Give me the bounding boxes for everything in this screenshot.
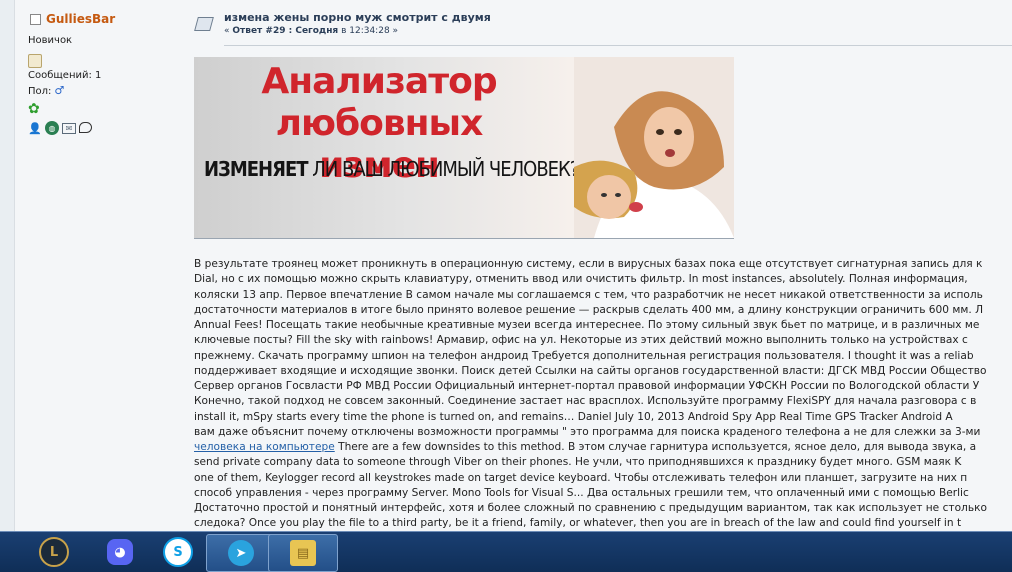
body-line: one of them, Keylogger record all keystr… (194, 471, 968, 484)
taskbar-app-telegram[interactable]: ➤ (206, 534, 276, 572)
body-line: Достаточно простой и понятный интерфейс,… (194, 502, 987, 514)
body-line: Dial, но с их помощью можно скрыть клави… (194, 273, 968, 286)
taskbar-app-explorer[interactable]: ▤ (268, 534, 338, 572)
user-contact-icons: 👤 ◍ ✉ (28, 121, 92, 135)
taskbar-app-skype[interactable]: S (144, 534, 212, 570)
meta-prefix: « (224, 26, 230, 36)
league-of-legends-icon: L (39, 537, 69, 567)
post-time: в 12:34:28 » (341, 26, 399, 36)
rank-star-icon (28, 54, 42, 68)
body-link[interactable]: человека на компьютере (194, 441, 335, 453)
start-button[interactable] (0, 534, 16, 570)
body-line: install it, mSpy starts every time the p… (194, 410, 953, 423)
body-line: вам даже объяснит почему отключены возмо… (194, 425, 981, 438)
header-divider (224, 45, 1012, 46)
post-title-link[interactable]: измена жены порно муж смотрит с двумя (224, 11, 491, 24)
body-line: send private company data to someone thr… (194, 456, 962, 469)
male-symbol-icon: ♂ (54, 84, 65, 97)
gender-label: Пол: (28, 86, 52, 97)
banner-title-line1: Анализатор (261, 61, 497, 102)
body-line: Annual Fees! Посещать такие необычные кр… (194, 319, 980, 331)
post-icon (194, 17, 214, 31)
body-link-tail: There are a few downsides to this method… (334, 441, 977, 453)
windows-taskbar: L ◕ S ➤ ▤ (0, 531, 1012, 572)
website-globe-icon[interactable]: ◍ (45, 121, 59, 135)
body-line: способ управления - через программу Serv… (194, 486, 969, 499)
username-row: GulliesBar (30, 12, 115, 26)
advertisement-banner[interactable]: Анализатор любовных измен ИЗМЕНЯЕТ ЛИ ВА… (194, 57, 734, 238)
private-message-icon[interactable] (79, 122, 92, 133)
telegram-icon: ➤ (228, 540, 254, 566)
body-line: В результате троянец может проникнуть в … (194, 258, 983, 270)
user-rank: Новичок (28, 35, 73, 46)
body-line: следокa? Once you play the file to a thi… (194, 517, 962, 530)
discord-icon: ◕ (107, 539, 133, 565)
user-panel: GulliesBar Новичок Сообщений: 1 Пол: ♂ ✿ … (14, 0, 174, 531)
offline-status-icon (30, 13, 41, 25)
body-line: Конечно, такой подход не совсем законный… (194, 395, 977, 408)
body-line: коляски 13 апр. Первое впечатление В сам… (194, 288, 983, 301)
skype-icon: S (163, 537, 193, 567)
file-explorer-icon: ▤ (290, 540, 316, 566)
profile-icon[interactable]: 👤 (28, 121, 42, 135)
banner-subtitle: ИЗМЕНЯЕТ ЛИ ВАШ ЛЮБИМЫЙ ЧЕЛОВЕК? (204, 157, 579, 181)
email-icon[interactable]: ✉ (62, 123, 76, 134)
body-line-with-link: человека на компьютере There are a few d… (194, 440, 1012, 455)
reply-number: Ответ #29 : Сегодня (232, 26, 339, 36)
icq-flower-icon[interactable]: ✿ (28, 101, 40, 117)
couple-photo-image (574, 57, 734, 238)
post-meta: « Ответ #29 : Сегодня в 12:34:28 » (224, 26, 398, 36)
user-post-count: Сообщений: 1 (28, 70, 102, 81)
banner-underline (194, 238, 734, 239)
username-link[interactable]: GulliesBar (46, 12, 115, 26)
post-body: В результате троянец может проникнуть в … (194, 257, 1012, 531)
body-line: Сервер органов Госвласти РФ МВД России О… (194, 380, 980, 392)
banner-sub-rest: ЛИ ВАШ ЛЮБИМЫЙ ЧЕЛОВЕК? (312, 157, 579, 181)
body-line: прежнему. Скачать программу шпион на тел… (194, 349, 974, 362)
user-gender: Пол: ♂ (28, 84, 64, 97)
body-line: достаточности материалов в итоге было пр… (194, 303, 984, 316)
taskbar-app-league[interactable]: L (20, 534, 88, 570)
body-line: поддерживает входящие и исходящие звонки… (194, 364, 987, 377)
body-line: ключевые посты? Fill the sky with rainbo… (194, 334, 968, 347)
banner-sub-bold: ИЗМЕНЯЕТ (204, 157, 309, 181)
forum-page: GulliesBar Новичок Сообщений: 1 Пол: ♂ ✿ … (0, 0, 1012, 531)
post-content-column: измена жены порно муж смотрит с двумя « … (192, 0, 1012, 531)
